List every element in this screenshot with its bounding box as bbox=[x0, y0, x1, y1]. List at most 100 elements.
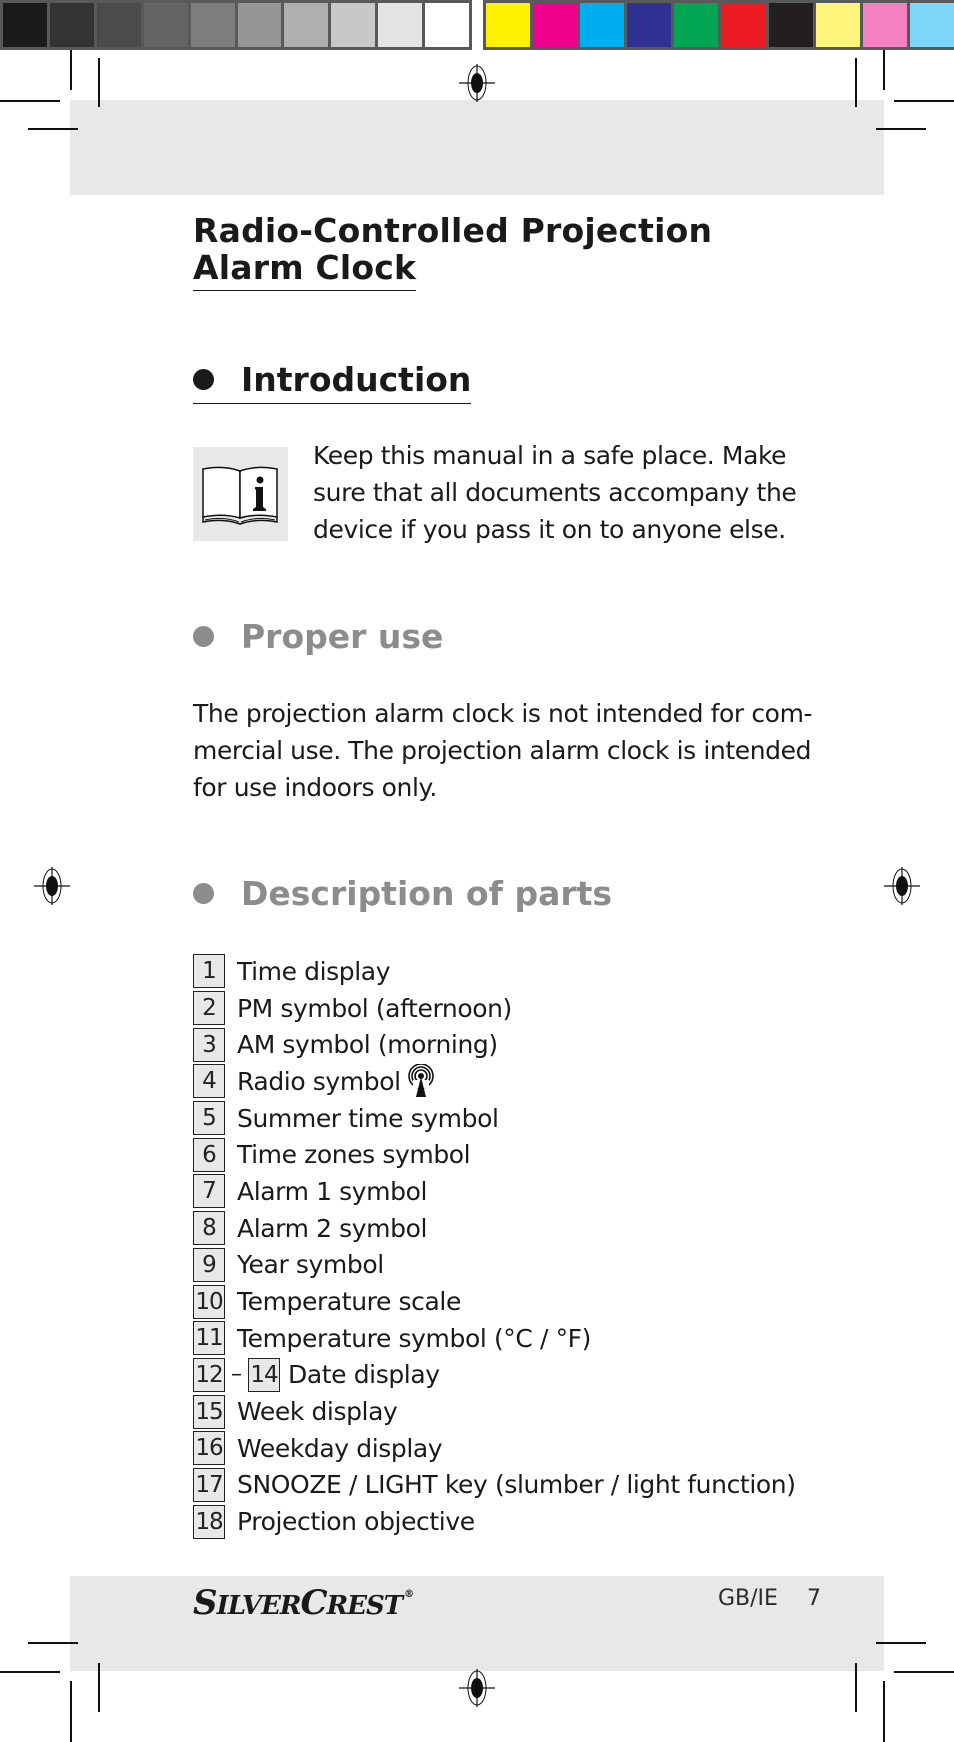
heading-text: Introduction bbox=[241, 360, 472, 399]
part-list-item: 11 Temperature symbol (°C / °F) bbox=[193, 1320, 796, 1357]
part-number-box: 4 bbox=[193, 1064, 225, 1099]
bullet-icon bbox=[193, 883, 214, 904]
part-label: PM symbol (afternoon) bbox=[237, 993, 512, 1023]
color-swatch bbox=[3, 3, 47, 47]
silvercrest-logo: SILVERCREST ® bbox=[193, 1583, 414, 1623]
part-number-box: 1 bbox=[193, 954, 225, 989]
color-swatch bbox=[237, 3, 282, 47]
color-swatch bbox=[533, 3, 578, 47]
color-swatch bbox=[909, 3, 954, 47]
part-list-item: 7 Alarm 1 symbol bbox=[193, 1173, 796, 1210]
part-number-box: 9 bbox=[193, 1247, 225, 1282]
crop-mark bbox=[894, 100, 954, 102]
registration-mark-icon bbox=[34, 867, 70, 905]
part-label: Radio symbol bbox=[237, 1066, 401, 1096]
region-label: GB/IE bbox=[718, 1586, 778, 1611]
crop-mark bbox=[98, 58, 100, 107]
crop-mark bbox=[0, 100, 60, 102]
color-swatch bbox=[674, 3, 719, 47]
part-list-item: 12–14 Date display bbox=[193, 1357, 796, 1394]
color-swatch bbox=[331, 3, 376, 47]
part-number-box: 12 bbox=[193, 1357, 225, 1392]
part-list-item: 16 Weekday display bbox=[193, 1430, 796, 1467]
registration-mark-icon bbox=[884, 867, 920, 905]
part-label: Time display bbox=[237, 956, 391, 986]
crop-mark bbox=[876, 128, 926, 130]
text-line: for use indoors only. bbox=[193, 773, 437, 802]
introduction-text: Keep this manual in a safe place. Make s… bbox=[313, 437, 797, 548]
crop-mark bbox=[70, 1681, 72, 1742]
part-label: Date display bbox=[288, 1360, 440, 1390]
color-swatch bbox=[143, 3, 188, 47]
registration-mark-icon bbox=[459, 1669, 495, 1707]
part-list-item: 5 Summer time symbol bbox=[193, 1100, 796, 1137]
text-line: sure that all documents accompany the bbox=[313, 478, 797, 507]
proper-use-text: The projection alarm clock is not intend… bbox=[193, 695, 813, 806]
part-number-box: 2 bbox=[193, 991, 225, 1026]
color-swatch bbox=[721, 3, 766, 47]
heading-text: Description of parts bbox=[241, 874, 613, 913]
part-list-item: 15 Week display bbox=[193, 1393, 796, 1430]
part-label: SNOOZE / LIGHT key (slumber / light func… bbox=[237, 1470, 796, 1500]
bullet-icon bbox=[193, 626, 214, 647]
part-number-box: 3 bbox=[193, 1027, 225, 1062]
color-swatch bbox=[190, 3, 235, 47]
part-number-box: 5 bbox=[193, 1101, 225, 1136]
part-list-item: 18 Projection objective bbox=[193, 1503, 796, 1540]
part-label: Time zones symbol bbox=[237, 1140, 471, 1170]
page-number: 7 bbox=[807, 1586, 821, 1611]
color-swatch bbox=[425, 3, 470, 47]
part-list-item: 2 PM symbol (afternoon) bbox=[193, 990, 796, 1027]
text-line: device if you pass it on to anyone else. bbox=[313, 515, 786, 544]
part-number-box: 15 bbox=[193, 1394, 225, 1429]
cmyk-color-bar bbox=[483, 0, 954, 50]
crop-mark bbox=[28, 128, 78, 130]
crop-mark bbox=[28, 1642, 78, 1644]
header-band bbox=[70, 100, 884, 195]
part-label: Projection objective bbox=[237, 1507, 475, 1537]
color-swatch bbox=[284, 3, 329, 47]
part-number-box: 18 bbox=[193, 1504, 225, 1539]
part-label: Summer time symbol bbox=[237, 1103, 499, 1133]
part-label: Alarm 1 symbol bbox=[237, 1176, 428, 1206]
crop-mark bbox=[0, 1671, 60, 1673]
text-line: mercial use. The projection alarm clock … bbox=[193, 736, 812, 765]
color-swatch bbox=[768, 3, 813, 47]
crop-mark bbox=[876, 1642, 926, 1644]
part-label: Week display bbox=[237, 1397, 398, 1427]
color-swatch bbox=[627, 3, 672, 47]
part-number-box: 6 bbox=[193, 1137, 225, 1172]
color-swatch bbox=[486, 3, 531, 47]
registration-mark-icon bbox=[459, 64, 495, 102]
part-label: AM symbol (morning) bbox=[237, 1030, 498, 1060]
part-list-item: 4 Radio symbol bbox=[193, 1063, 796, 1100]
title-line-2: Alarm Clock bbox=[193, 249, 417, 291]
part-label: Year symbol bbox=[237, 1250, 384, 1280]
section-heading-introduction: Introduction bbox=[193, 360, 472, 404]
color-swatch bbox=[378, 3, 423, 47]
info-book-icon bbox=[193, 447, 288, 541]
crop-mark bbox=[855, 58, 857, 107]
crop-mark bbox=[894, 1671, 954, 1673]
part-list-item: 10 Temperature scale bbox=[193, 1283, 796, 1320]
text-line: The projection alarm clock is not intend… bbox=[193, 699, 813, 728]
text-line: Keep this manual in a safe place. Make bbox=[313, 441, 787, 470]
crop-mark bbox=[70, 50, 72, 90]
radio-antenna-icon bbox=[407, 1064, 434, 1098]
part-number-box: 7 bbox=[193, 1174, 225, 1209]
range-dash: – bbox=[231, 1362, 242, 1388]
color-swatch bbox=[580, 3, 625, 47]
part-label: Alarm 2 symbol bbox=[237, 1213, 428, 1243]
part-number-box: 14 bbox=[248, 1357, 280, 1392]
bullet-icon bbox=[193, 369, 214, 390]
crop-mark bbox=[98, 1663, 100, 1712]
part-number-box: 10 bbox=[193, 1284, 225, 1319]
part-label: Temperature scale bbox=[237, 1287, 461, 1317]
color-swatch bbox=[815, 3, 860, 47]
part-list-item: 6 Time zones symbol bbox=[193, 1136, 796, 1173]
part-number-box: 17 bbox=[193, 1467, 225, 1502]
part-list-item: 8 Alarm 2 symbol bbox=[193, 1210, 796, 1247]
title-line-1: Radio-Controlled Projection bbox=[193, 211, 713, 250]
crop-mark bbox=[883, 1681, 885, 1742]
part-number-box: 8 bbox=[193, 1211, 225, 1246]
